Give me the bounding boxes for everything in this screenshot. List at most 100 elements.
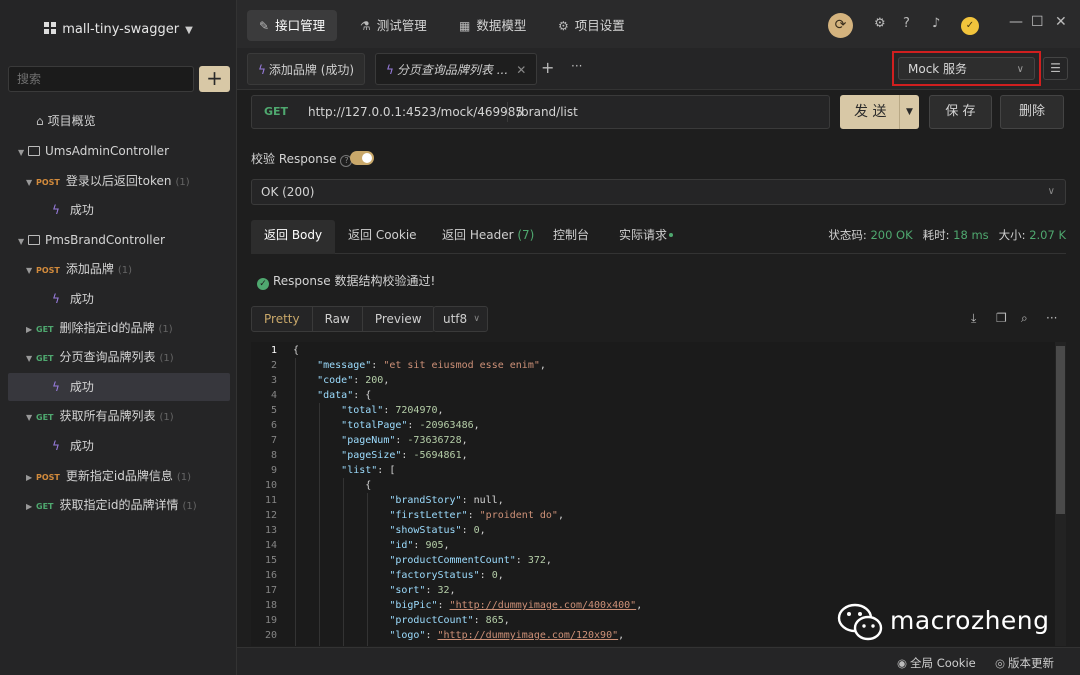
- tab-console[interactable]: 控制台: [540, 220, 602, 254]
- json-key: "logo": [389, 630, 426, 641]
- delete-button[interactable]: 删除: [1000, 95, 1064, 129]
- code-line: 15 "productCommentCount": 372,: [251, 553, 1051, 568]
- scrollbar-thumb[interactable]: [1056, 346, 1065, 514]
- status-code: 200 OK: [870, 228, 913, 242]
- json-key: "pageNum": [341, 435, 396, 446]
- tab-response-header[interactable]: 返回 Header (7): [429, 220, 547, 254]
- sidebar-api-all-brands[interactable]: ▼ GET 获取所有品牌列表 (1): [0, 402, 237, 430]
- code-line: 10 {: [251, 478, 1051, 493]
- save-button[interactable]: 保 存: [929, 95, 992, 129]
- close-icon[interactable]: ✕: [516, 63, 526, 77]
- method-label[interactable]: GET: [264, 96, 288, 128]
- json-value[interactable]: "http://dummyimage.com/400x400": [450, 600, 637, 611]
- refresh-icon: ⟳: [834, 17, 847, 33]
- request-tabbar: ϟ 添加品牌 (成功) ϟ 分页查询品牌列表 ... ✕ + ··· Mock 服务 ∨…: [237, 48, 1080, 90]
- tab-api-management[interactable]: ✎ 接口管理: [247, 10, 338, 41]
- punctuation: :: [377, 465, 390, 476]
- sidebar-api-brand-list[interactable]: ▼ GET 分页查询品牌列表 (1): [0, 343, 237, 371]
- code-line: 13 "showStatus": 0,: [251, 523, 1051, 538]
- add-button[interactable]: +: [199, 66, 230, 92]
- project-selector[interactable]: mall-tiny-swagger ▼: [0, 22, 237, 37]
- sidebar-folder-umsadmin[interactable]: ▼ UmsAdminController: [0, 137, 237, 165]
- json-value[interactable]: "http://dummyimage.com/120x90": [438, 630, 619, 641]
- minimize-icon[interactable]: —: [1009, 14, 1023, 30]
- sidebar-api-update-brand[interactable]: ▶ POST 更新指定id品牌信息 (1): [0, 462, 237, 490]
- response-select[interactable]: OK (200) ∨: [251, 179, 1066, 205]
- tab-actual-request[interactable]: 实际请求: [606, 220, 686, 254]
- sidebar-api-login[interactable]: ▼ POST 登录以后返回token (1): [0, 167, 237, 195]
- response-body-code[interactable]: 1{2 "message": "et sit eiusmod esse enim…: [251, 342, 1066, 646]
- tab-project-settings[interactable]: ⚙ 项目设置: [546, 10, 637, 41]
- bell-icon[interactable]: ♪: [932, 16, 940, 31]
- line-number: 12: [264, 510, 277, 521]
- maximize-icon[interactable]: ☐: [1031, 14, 1044, 30]
- json-value: -5694861: [413, 450, 462, 461]
- download-icon[interactable]: ⤓: [971, 311, 976, 326]
- sidebar-api-delete-brand[interactable]: ▶ GET 删除指定id的品牌 (1): [0, 314, 237, 342]
- sidebar-case-success[interactable]: ϟ 成功: [0, 285, 237, 313]
- sidebar-api-brand-detail[interactable]: ▶ GET 获取指定id的品牌详情 (1): [0, 491, 237, 519]
- json-key: "list": [341, 465, 378, 476]
- validate-toggle[interactable]: [350, 151, 374, 165]
- line-number: 18: [264, 600, 277, 611]
- sidebar-case-success[interactable]: ϟ 成功: [0, 196, 237, 224]
- punctuation: :: [473, 615, 486, 626]
- bolt-icon: ϟ: [258, 63, 266, 77]
- tab-brand-list[interactable]: ϟ 分页查询品牌列表 ... ✕: [375, 53, 538, 85]
- tab-response-cookie[interactable]: 返回 Cookie: [335, 220, 430, 254]
- json-value: "et sit eiusmod esse enim": [383, 360, 540, 371]
- help-icon[interactable]: ?: [903, 16, 910, 31]
- line-number: 19: [264, 615, 277, 626]
- tab-data-model[interactable]: ▦ 数据模型: [447, 10, 538, 41]
- format-raw[interactable]: Raw: [313, 307, 363, 331]
- wrench-icon: ✎: [259, 19, 270, 33]
- sidebar-case-success-active[interactable]: ϟ 成功: [8, 373, 230, 401]
- sidebar-folder-pmsbrand[interactable]: ▼ PmsBrandController: [0, 226, 237, 254]
- more-icon[interactable]: ···: [1046, 311, 1057, 325]
- settings-icon[interactable]: ⚙: [874, 16, 886, 31]
- sidebar-api-add-brand[interactable]: ▼ POST 添加品牌 (1): [0, 255, 237, 283]
- close-icon[interactable]: ✕: [1055, 14, 1067, 30]
- global-cookie-button[interactable]: ◉ 全局 Cookie: [897, 655, 976, 671]
- punctuation: :: [401, 450, 414, 461]
- encoding-select[interactable]: utf8 ∨: [433, 306, 488, 332]
- env-select[interactable]: Mock 服务 ∨: [898, 57, 1035, 80]
- punctuation: :: [353, 375, 366, 386]
- sync-button[interactable]: ⟳: [828, 13, 853, 38]
- punctuation: :: [437, 600, 450, 611]
- list-icon[interactable]: ☰: [1043, 57, 1068, 80]
- format-preview[interactable]: Preview: [363, 307, 434, 331]
- sidebar-item-overview[interactable]: ⌂ 项目概览: [0, 107, 237, 135]
- version-update-button[interactable]: ◎ 版本更新: [995, 655, 1054, 671]
- search-icon[interactable]: ⌕: [1021, 311, 1028, 326]
- tab-test-management[interactable]: ⚗ 测试管理: [348, 10, 439, 41]
- more-tabs-button[interactable]: ···: [571, 59, 582, 73]
- tab-add-brand[interactable]: ϟ 添加品牌 (成功): [247, 53, 366, 85]
- response-size: 2.07 K: [1029, 228, 1066, 242]
- base-url: http://127.0.0.1:4523/mock/469985: [308, 105, 524, 119]
- validation-pass-message: ✓ Response 数据结构校验通过!: [257, 272, 435, 290]
- bolt-icon: ϟ: [52, 380, 60, 394]
- code-line: 4 "data": {: [251, 388, 1051, 403]
- response-stats: 状态码: 200 OK 耗时: 18 ms 大小: 2.07 K: [828, 228, 1066, 242]
- format-pretty[interactable]: Pretty: [252, 307, 313, 331]
- new-tab-button[interactable]: +: [541, 58, 554, 77]
- search-input[interactable]: 搜索: [8, 66, 194, 92]
- chevron-down-icon[interactable]: ▼: [899, 95, 919, 129]
- grid-icon: [44, 22, 57, 34]
- tab-response-body[interactable]: 返回 Body: [251, 220, 336, 254]
- send-button[interactable]: 发 送 ▼: [840, 95, 919, 129]
- bolt-icon: ϟ: [52, 203, 60, 217]
- path-input[interactable]: /brand/list: [517, 96, 578, 128]
- punctuation: ,: [545, 555, 552, 566]
- punctuation: :: [395, 435, 408, 446]
- copy-icon[interactable]: ❐: [996, 311, 1007, 325]
- sidebar-case-success[interactable]: ϟ 成功: [0, 432, 237, 460]
- url-bar[interactable]: GET http://127.0.0.1:4523/mock/469985 /b…: [251, 95, 830, 129]
- avatar[interactable]: ✓: [961, 17, 979, 35]
